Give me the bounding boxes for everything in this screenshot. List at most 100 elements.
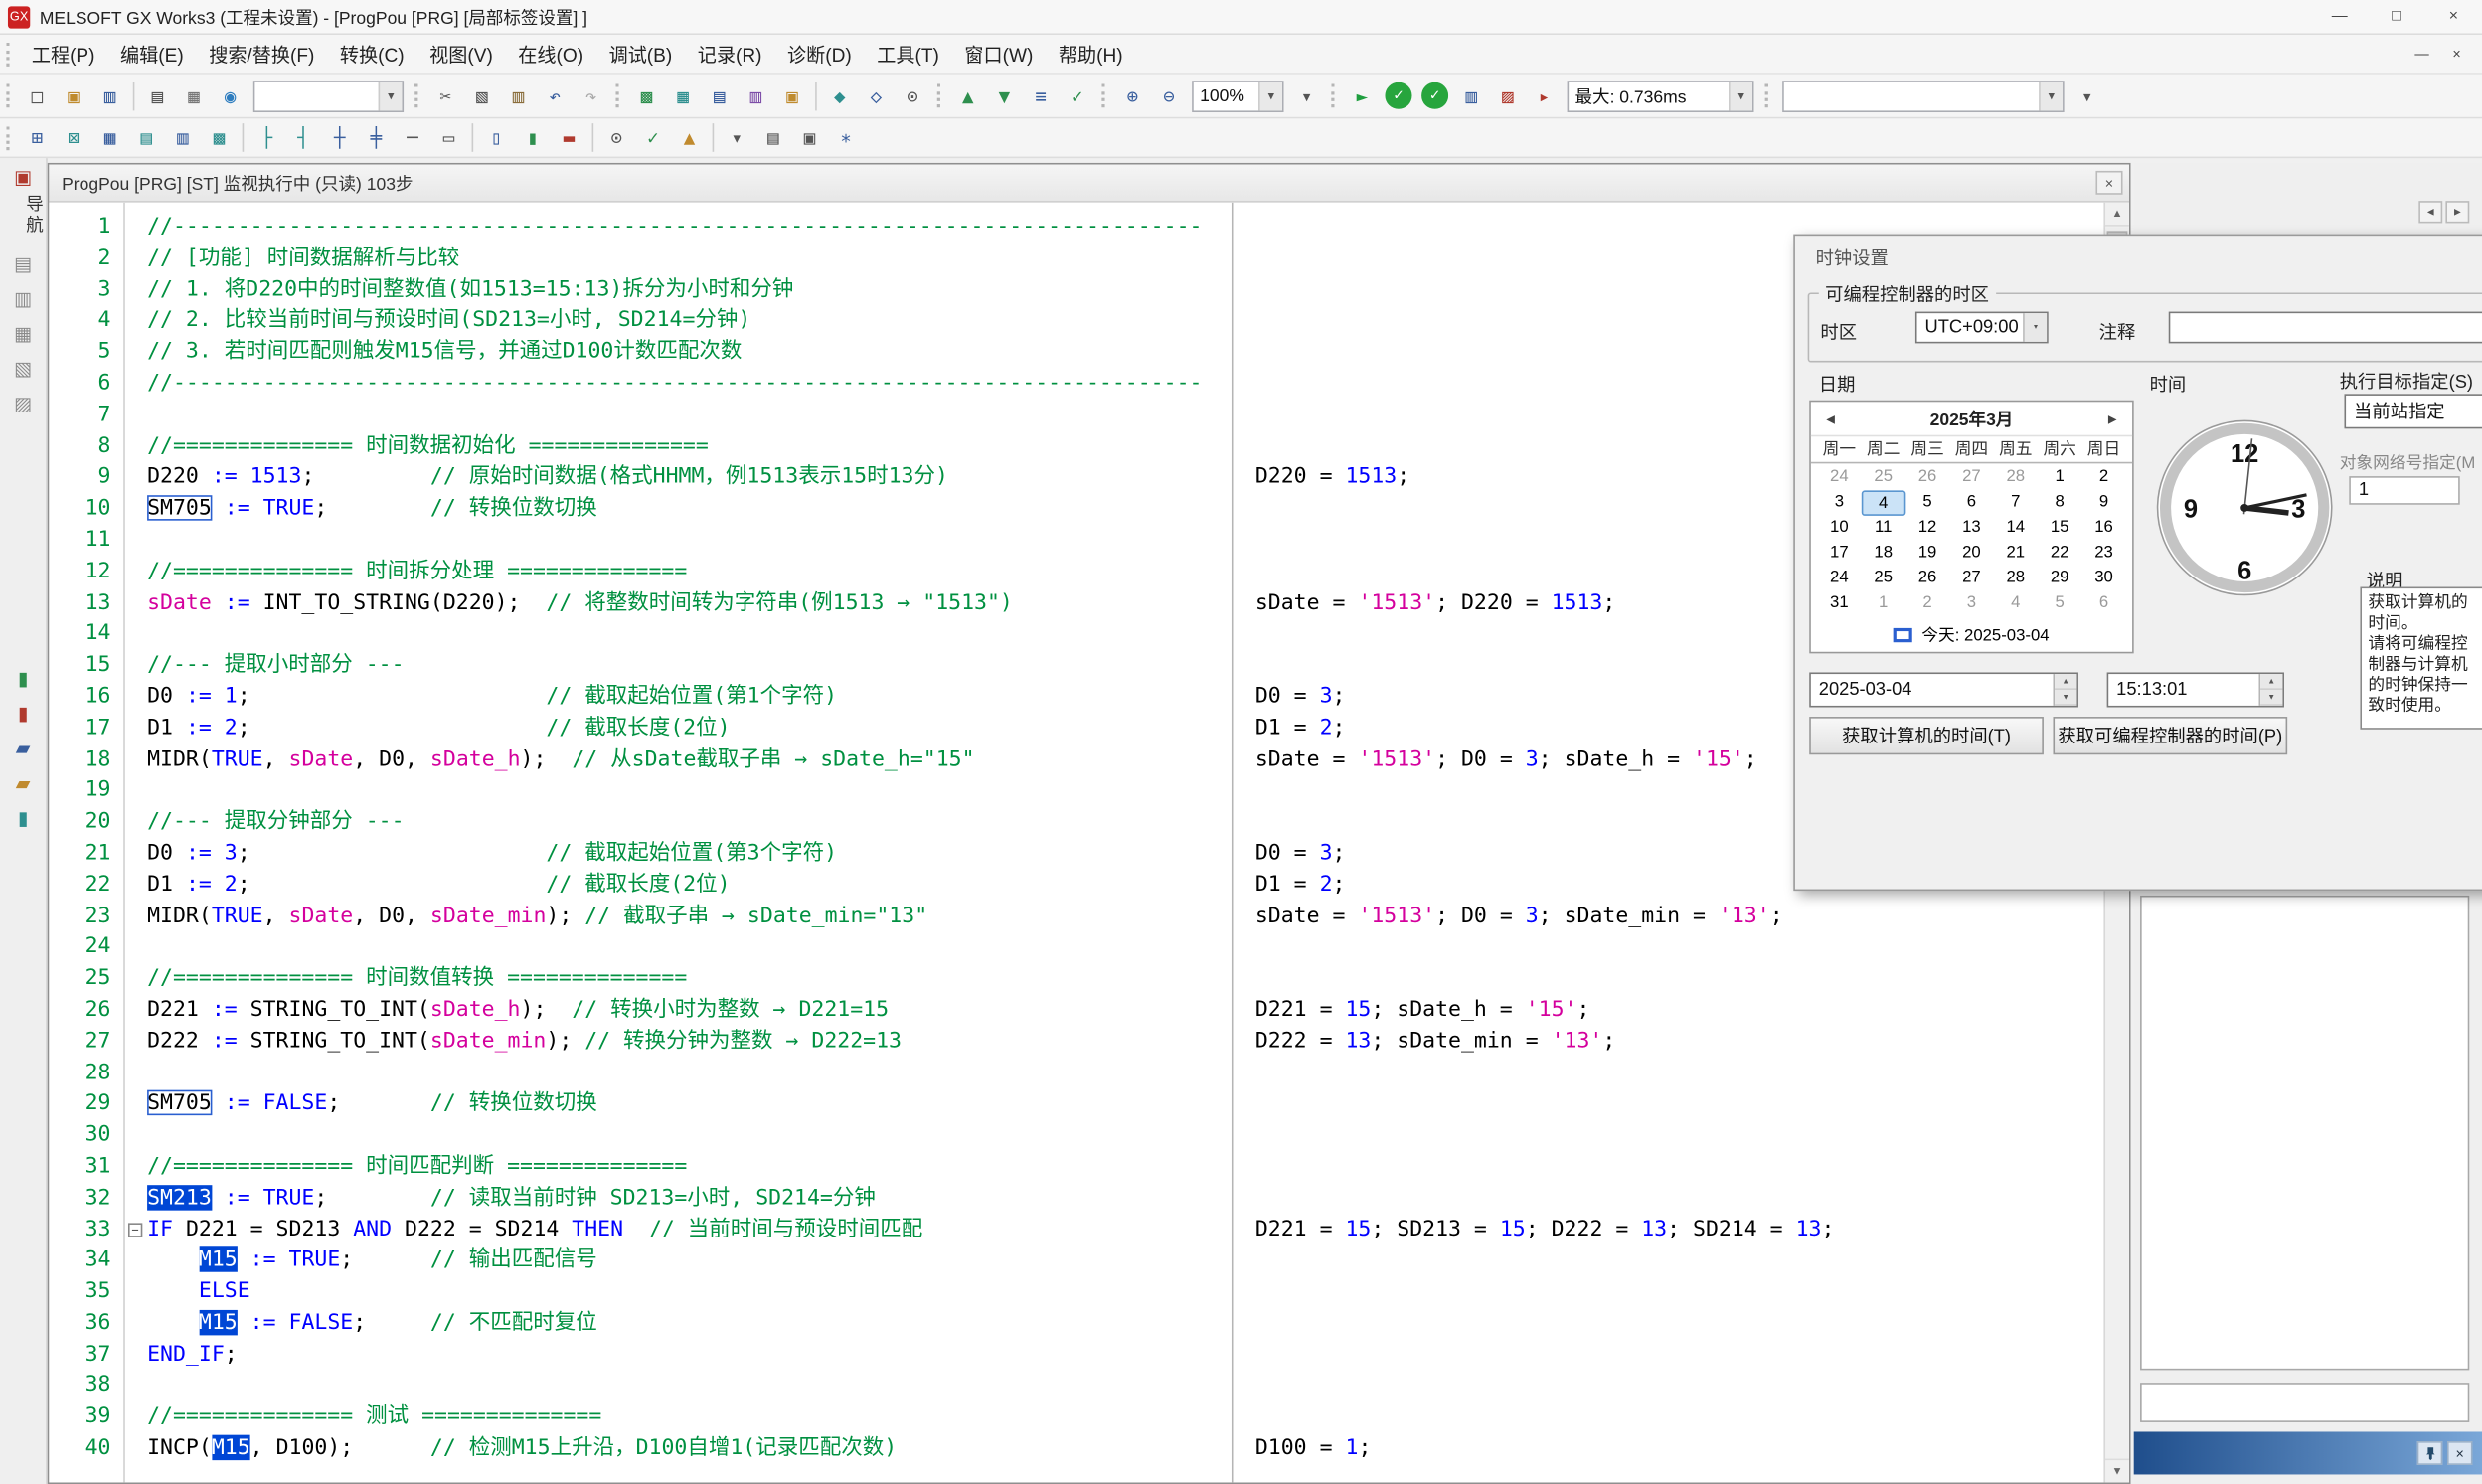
program-editor-icon[interactable]: ▥ (740, 80, 772, 112)
cal-day[interactable]: 3 (1949, 591, 1993, 616)
code-line-35[interactable]: ELSE (147, 1277, 1232, 1309)
open-folder-icon[interactable]: ▣ (57, 80, 89, 112)
date-picker-input[interactable]: 2025-03-04 ▲ ▼ (1809, 672, 2078, 707)
cal-day[interactable]: 7 (1994, 490, 2038, 515)
structured-data-icon[interactable]: ▩ (203, 121, 236, 154)
save-icon[interactable]: ▥ (93, 80, 126, 112)
time-down-icon[interactable]: ▼ (2260, 690, 2282, 706)
dock-scroll-right-icon[interactable]: ► (2445, 201, 2469, 223)
menu-item-4[interactable]: 视图(V) (416, 34, 505, 74)
monitor-target-combo[interactable]: ▾ (1782, 80, 2064, 111)
zoom-caret-icon[interactable]: ▾ (1290, 80, 1323, 112)
device-test-icon[interactable]: ▨ (1491, 80, 1524, 112)
watch-window-icon[interactable]: ▥ (1455, 80, 1488, 112)
date-down-icon[interactable]: ▼ (2055, 690, 2076, 706)
mdi-minimize-button[interactable]: — (2406, 41, 2438, 68)
cal-day[interactable]: 4 (1994, 591, 2038, 616)
online-monitor-icon[interactable]: ▸ (1528, 80, 1561, 112)
cal-day[interactable]: 27 (1949, 465, 1993, 490)
code-line-40[interactable]: INCP(M15, D100); // 检测M15上升沿，D100自增1(记录匹… (147, 1433, 1232, 1465)
menu-item-8[interactable]: 诊断(D) (774, 34, 864, 74)
h-line-icon[interactable]: ─ (396, 121, 428, 154)
output-green-icon[interactable]: ▮ (7, 663, 39, 695)
element-selection-icon[interactable]: ▧ (7, 353, 39, 385)
display-caret-icon[interactable]: ▾ (721, 121, 753, 154)
cal-day[interactable]: 26 (1905, 465, 1949, 490)
code-line-34[interactable]: M15 := TRUE; // 输出匹配信号 (147, 1245, 1232, 1277)
history-icon[interactable]: ▨ (7, 388, 39, 419)
zoom-out-icon[interactable]: ⊖ (1152, 80, 1185, 112)
cross-reference-icon[interactable]: ◆ (823, 80, 856, 112)
menu-item-9[interactable]: 工具(T) (865, 34, 952, 74)
menu-item-0[interactable]: 工程(P) (19, 34, 107, 74)
code-line-24[interactable] (147, 932, 1232, 964)
code-line-28[interactable] (147, 1058, 1232, 1089)
editor-title-bar[interactable]: ProgPou [PRG] [ST] 监视执行中 (只读) 103步 × (49, 165, 2129, 203)
cal-day[interactable]: 5 (1905, 490, 1949, 515)
block-icon[interactable]: ▭ (432, 121, 465, 154)
cal-day[interactable]: 22 (2038, 541, 2081, 566)
cal-day[interactable]: 19 (1905, 541, 1949, 566)
menu-item-11[interactable]: 帮助(H) (1046, 34, 1135, 74)
menu-item-7[interactable]: 记录(R) (685, 34, 774, 74)
parameter-icon[interactable]: ⊞ (21, 121, 54, 154)
calendar-today-row[interactable]: 今天: 2025-03-04 (1811, 620, 2132, 649)
code-line-20[interactable]: //--- 提取分钟部分 --- (147, 807, 1232, 839)
code-line-14[interactable] (147, 619, 1232, 651)
connect-destination-icon[interactable]: ▤ (7, 248, 39, 280)
code-line-21[interactable]: D0 := 3; // 截取起始位置(第3个字符) (147, 839, 1232, 871)
mdi-close-button[interactable]: × (2441, 41, 2473, 68)
get-plc-time-button[interactable]: 获取可编程控制器的时间(P) (2053, 717, 2287, 754)
network-number-input[interactable]: 1 (2349, 476, 2459, 505)
date-up-icon[interactable]: ▲ (2055, 674, 2076, 690)
code-line-19[interactable] (147, 775, 1232, 807)
code-line-10[interactable]: SM705 := TRUE; // 转换位数切换 (147, 494, 1232, 526)
editor-close-button[interactable]: × (2095, 171, 2122, 195)
comment-input[interactable] (2169, 312, 2482, 344)
quick-access-combo-caret-icon[interactable]: ▾ (379, 82, 403, 110)
cal-day[interactable]: 1 (1862, 591, 1905, 616)
monitor-caret-icon[interactable]: ▾ (2070, 80, 2103, 112)
code-line-32[interactable]: SM213 := TRUE; // 读取当前时钟 SD213=小时, SD214… (147, 1183, 1232, 1215)
cal-day[interactable]: 24 (1817, 465, 1861, 490)
cal-day[interactable]: 31 (1817, 591, 1861, 616)
screen-copy-icon[interactable]: ▦ (177, 80, 210, 112)
cal-day[interactable]: 25 (1862, 567, 1905, 591)
cal-day[interactable]: 10 (1817, 516, 1861, 541)
program-list-icon[interactable]: ▦ (93, 121, 126, 154)
device-list-icon[interactable]: ◇ (860, 80, 893, 112)
warning-list-icon[interactable]: ▲ (673, 121, 706, 154)
cal-day[interactable]: 28 (1994, 465, 2038, 490)
cal-day[interactable]: 21 (1994, 541, 2038, 566)
code-line-13[interactable]: sDate := INT_TO_STRING(D220); // 将整数时间转为… (147, 587, 1232, 619)
code-line-18[interactable]: MIDR(TRUE, sDate, D0, sDate_h); // 从sDat… (147, 744, 1232, 776)
code-line-39[interactable]: //============== 测试 ============== (147, 1402, 1232, 1434)
menu-item-3[interactable]: 转换(C) (327, 34, 416, 74)
cal-day[interactable]: 17 (1817, 541, 1861, 566)
cal-day[interactable]: 15 (2038, 516, 2081, 541)
find-replace-icon[interactable]: ⊙ (896, 80, 928, 112)
code-line-36[interactable]: M15 := FALSE; // 不匹配时复位 (147, 1308, 1232, 1340)
code-line-12[interactable]: //============== 时间拆分处理 ============== (147, 557, 1232, 588)
code-line-8[interactable]: //============== 时间数据初始化 ============== (147, 431, 1232, 463)
cal-day[interactable]: 24 (1817, 567, 1861, 591)
convert-icon[interactable]: ▲ (951, 80, 984, 112)
close-button[interactable]: × (2425, 0, 2482, 33)
label-editor-icon[interactable]: ▤ (703, 80, 736, 112)
timezone-caret-icon[interactable]: ▾ (2025, 313, 2047, 342)
cal-day[interactable]: 29 (2038, 567, 2081, 591)
zoom-in-icon[interactable]: ⊕ (1116, 80, 1149, 112)
memory-icon[interactable]: ▮ (7, 802, 39, 834)
time-up-icon[interactable]: ▲ (2260, 674, 2282, 690)
menu-item-2[interactable]: 搜索/替换(F) (196, 34, 327, 74)
quick-access-combo[interactable]: ▾ (253, 80, 404, 111)
code-line-2[interactable]: // [功能] 时间数据解析与比较 (147, 244, 1232, 275)
menu-item-5[interactable]: 在线(O) (506, 34, 596, 74)
close-contact-icon[interactable]: ┤ (286, 121, 319, 154)
code-line-31[interactable]: //============== 时间匹配判断 ============== (147, 1152, 1232, 1184)
scan-time-combo-caret-icon[interactable]: ▾ (1729, 82, 1752, 110)
cal-day[interactable]: 12 (1905, 516, 1949, 541)
menu-item-6[interactable]: 调试(B) (596, 34, 685, 74)
cal-day[interactable]: 20 (1949, 541, 1993, 566)
scan-time-combo[interactable]: 最大: 0.736ms▾ (1568, 80, 1754, 111)
